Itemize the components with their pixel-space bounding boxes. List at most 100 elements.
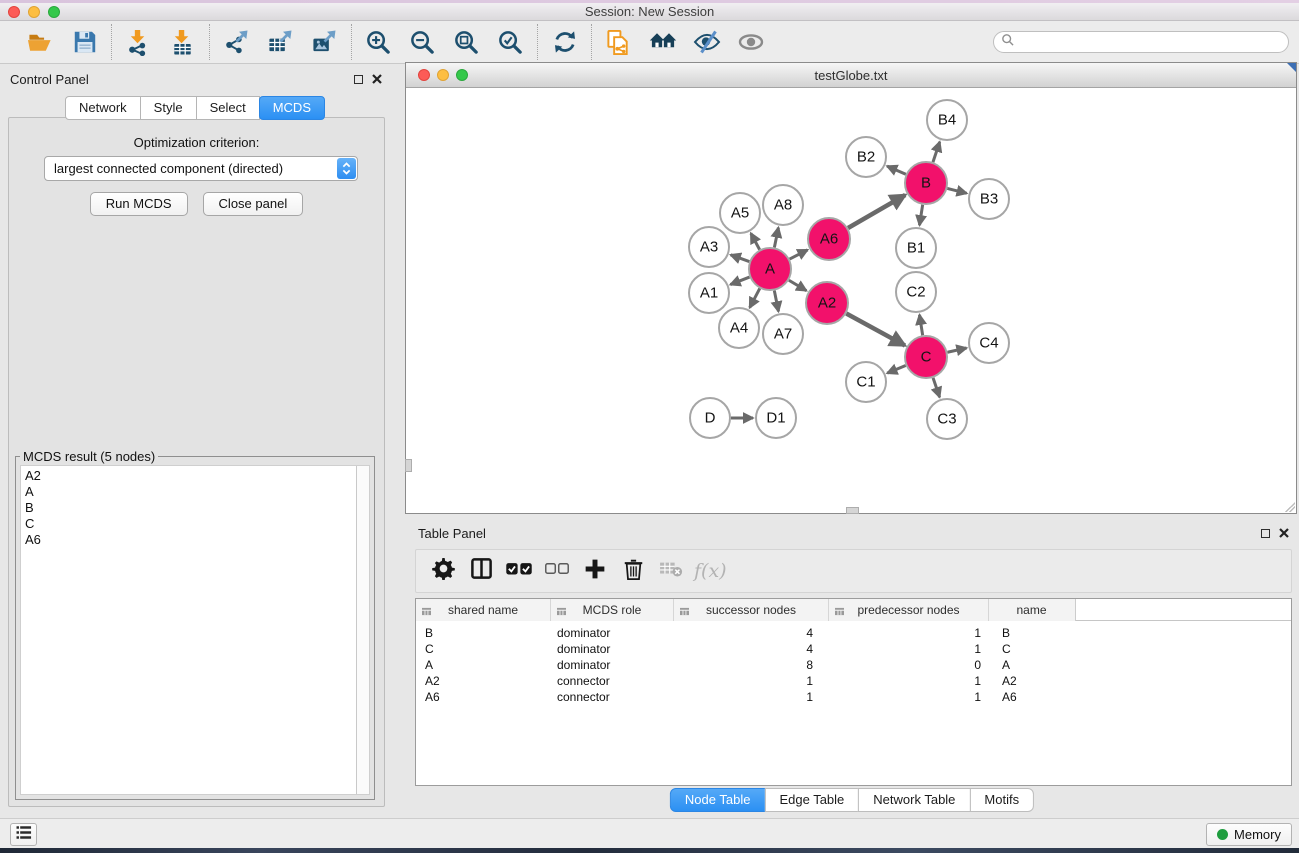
netwin-close-button[interactable]: [418, 69, 430, 81]
refresh-layout-button[interactable]: [549, 27, 580, 58]
task-history-button[interactable]: [10, 823, 37, 846]
close-panel-action-button[interactable]: Close panel: [203, 192, 304, 216]
graph-edge-A2-C[interactable]: [846, 314, 905, 346]
memory-button[interactable]: Memory: [1206, 823, 1292, 846]
graph-edge-A-A3[interactable]: [731, 255, 750, 262]
graph-edge-A-A2[interactable]: [789, 280, 806, 290]
graph-edge-A-A1[interactable]: [730, 277, 749, 285]
export-table-icon: [267, 29, 294, 56]
table-row[interactable]: A2connector11A2: [416, 673, 1291, 689]
import-table-button[interactable]: [167, 27, 198, 58]
run-mcds-button[interactable]: Run MCDS: [90, 192, 188, 216]
zoom-selected-button[interactable]: [495, 27, 526, 58]
tab-style[interactable]: Style: [140, 96, 197, 120]
unselect-all-rows-button[interactable]: [538, 559, 576, 583]
table-row[interactable]: A6connector11A6: [416, 689, 1291, 705]
zoom-fit-button[interactable]: [451, 27, 482, 58]
tab-edge-table[interactable]: Edge Table: [764, 788, 859, 812]
delete-row-button[interactable]: [614, 557, 652, 586]
clone-network-button[interactable]: [603, 27, 634, 58]
minimize-window-button[interactable]: [28, 6, 40, 18]
export-image-button[interactable]: [309, 27, 340, 58]
export-network-button[interactable]: [221, 27, 252, 58]
table-settings-icon: [432, 557, 455, 585]
close-panel-button[interactable]: [372, 74, 382, 84]
import-network-icon: [125, 29, 152, 56]
netwin-zoom-button[interactable]: [456, 69, 468, 81]
graph-edge-C-C2[interactable]: [919, 315, 922, 336]
graph-edge-A-A8[interactable]: [774, 228, 778, 248]
table-float-panel-button[interactable]: [1261, 529, 1270, 538]
zoom-out-button[interactable]: [407, 27, 438, 58]
vertical-scrollbar-toggle[interactable]: [405, 459, 412, 472]
float-panel-button[interactable]: [354, 75, 363, 84]
mcds-result-item[interactable]: A: [21, 484, 355, 500]
network-window-titlebar[interactable]: testGlobe.txt: [406, 63, 1296, 88]
result-list-scrollbar[interactable]: [356, 466, 369, 794]
tab-network-table[interactable]: Network Table: [858, 788, 970, 812]
show-columns-button[interactable]: [462, 557, 500, 585]
table-body: Bdominator41BCdominator41CAdominator80AA…: [416, 621, 1291, 705]
graph-edge-B-B4[interactable]: [933, 142, 940, 162]
column-type-icon: [556, 605, 567, 619]
tab-node-table[interactable]: Node Table: [670, 788, 766, 812]
search-input[interactable]: [1015, 33, 1288, 51]
criterion-dropdown[interactable]: largest connected component (directed): [44, 156, 358, 181]
zoom-window-button[interactable]: [48, 6, 60, 18]
column-header-mcds-role[interactable]: MCDS role: [551, 599, 674, 621]
graph-edge-A-A7[interactable]: [774, 291, 778, 312]
table-row[interactable]: Cdominator41C: [416, 641, 1291, 657]
graph-edge-A6-B[interactable]: [848, 195, 905, 228]
mcds-result-item[interactable]: A2: [21, 468, 355, 484]
graph-edge-C-C3[interactable]: [933, 378, 940, 397]
graph-edge-B-B3[interactable]: [947, 188, 966, 193]
mcds-result-item[interactable]: C: [21, 516, 355, 532]
select-all-rows-button[interactable]: [500, 559, 538, 584]
mcds-buttons-row: Run MCDS Close panel: [9, 192, 384, 216]
add-row-button[interactable]: [576, 558, 614, 585]
hide-selected-button[interactable]: [691, 27, 722, 58]
horizontal-scrollbar-toggle[interactable]: [846, 507, 859, 514]
toolbar-group: [112, 27, 209, 58]
search-box[interactable]: [993, 31, 1289, 53]
netwin-minimize-button[interactable]: [437, 69, 449, 81]
tab-network[interactable]: Network: [65, 96, 141, 120]
export-table-button[interactable]: [265, 27, 296, 58]
show-all-button[interactable]: [735, 27, 766, 58]
graph-edge-C-C4[interactable]: [947, 348, 966, 352]
tab-select[interactable]: Select: [196, 96, 260, 120]
save-session-button[interactable]: [69, 27, 100, 58]
graph-edge-A-A6[interactable]: [790, 250, 808, 259]
column-header-successor-nodes[interactable]: successor nodes: [674, 599, 829, 621]
import-network-button[interactable]: [123, 27, 154, 58]
graph-edge-B-B1[interactable]: [919, 205, 922, 226]
graph-edge-A-A5[interactable]: [751, 233, 760, 249]
memory-label: Memory: [1234, 827, 1281, 842]
column-header-shared-name[interactable]: shared name: [416, 599, 551, 621]
column-header-name[interactable]: name: [989, 599, 1074, 621]
graph-node-label-A5: A5: [731, 205, 749, 222]
mcds-result-list[interactable]: A2ABCA6: [20, 465, 370, 795]
column-header-predecessor-nodes[interactable]: predecessor nodes: [829, 599, 989, 621]
open-session-button[interactable]: [25, 27, 56, 58]
first-neighbors-button[interactable]: [647, 27, 678, 58]
window-resize-grip[interactable]: [1285, 502, 1295, 512]
mcds-result-item[interactable]: A6: [21, 532, 355, 548]
table-row[interactable]: Bdominator41B: [416, 625, 1291, 641]
network-window-title: testGlobe.txt: [815, 68, 888, 83]
tab-motifs[interactable]: Motifs: [969, 788, 1034, 812]
graph-edge-B-B2[interactable]: [887, 166, 906, 174]
graph-edge-A-A4[interactable]: [750, 288, 760, 307]
table-settings-button[interactable]: [424, 557, 462, 585]
graph-edge-C-C1[interactable]: [887, 365, 905, 373]
mcds-result-item[interactable]: B: [21, 500, 355, 516]
graph-node-label-C2: C2: [906, 284, 925, 301]
select-all-rows-icon: [505, 559, 533, 584]
tab-mcds[interactable]: MCDS: [259, 96, 325, 120]
window-resize-indicator-icon: [1287, 63, 1296, 72]
table-row[interactable]: Adominator80A: [416, 657, 1291, 673]
close-window-button[interactable]: [8, 6, 20, 18]
zoom-in-button[interactable]: [363, 27, 394, 58]
network-canvas[interactable]: AA1A2A3A4A5A6A7A8BB1B2B3B4CC1C2C3C4DD1: [406, 89, 1296, 513]
table-close-panel-button[interactable]: [1279, 528, 1289, 538]
